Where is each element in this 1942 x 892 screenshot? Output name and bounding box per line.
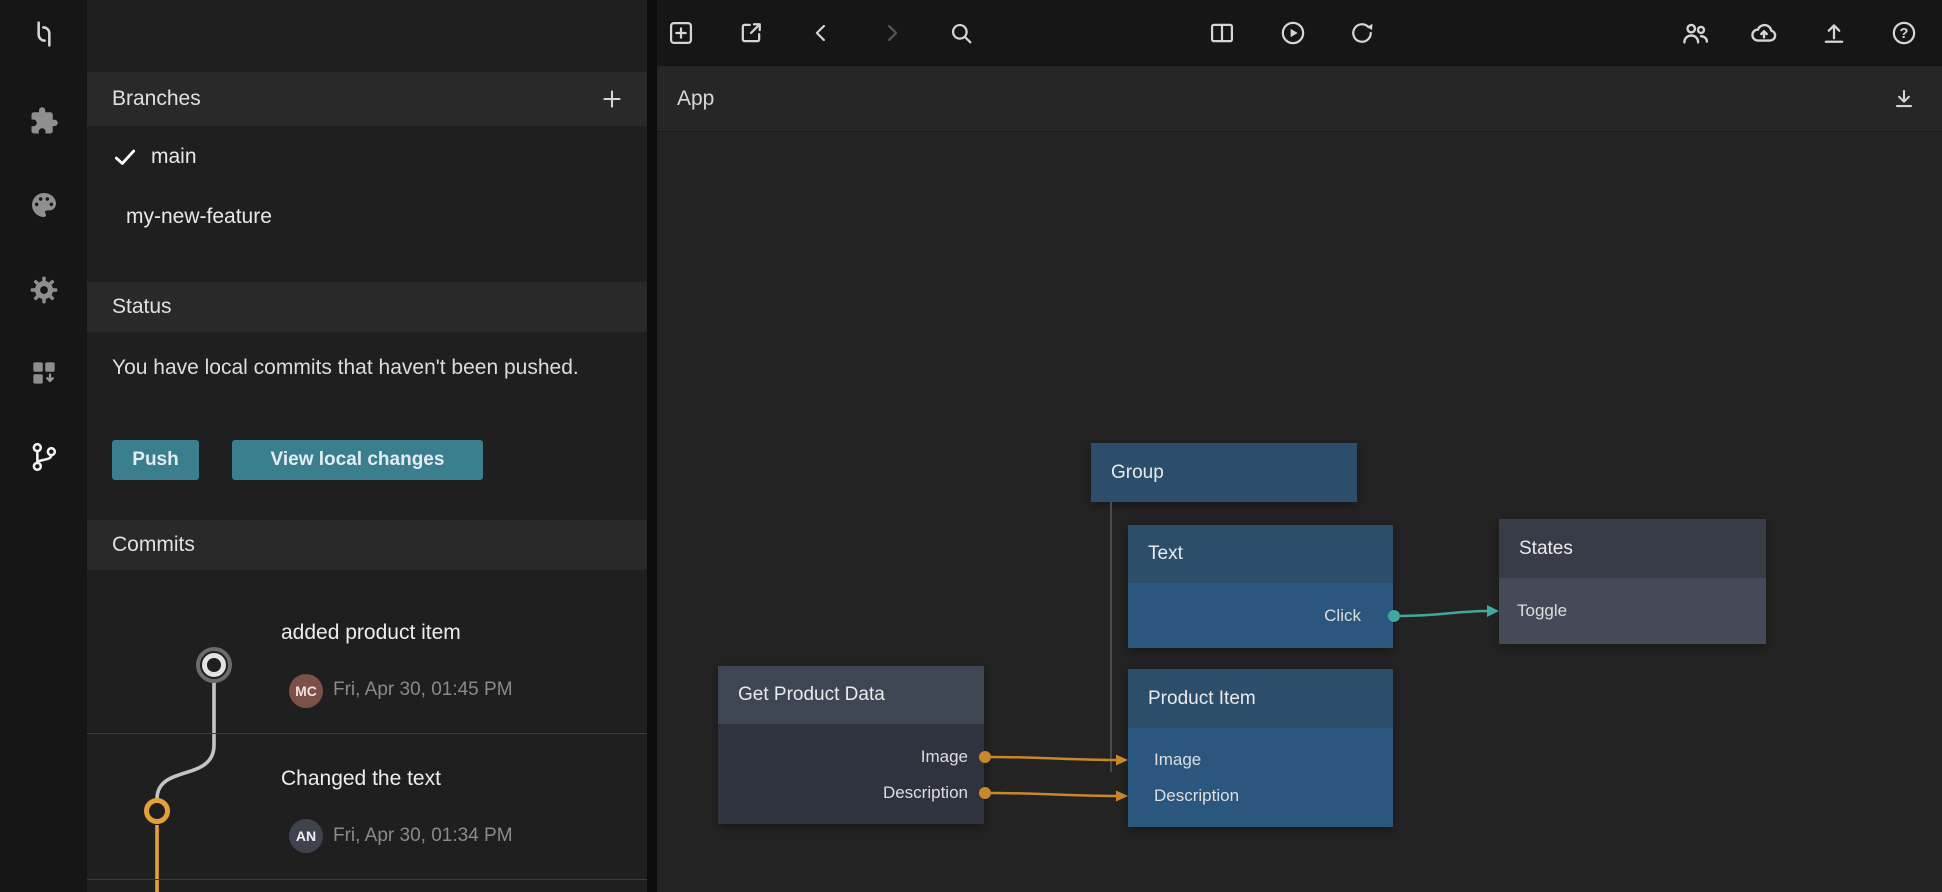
- output-port-image[interactable]: Image: [718, 739, 984, 775]
- cloud-sync-icon[interactable]: [1744, 13, 1784, 53]
- version-control-panel: Branches main my-new-feature Status You …: [87, 0, 647, 892]
- input-port-description[interactable]: Description: [1128, 778, 1393, 814]
- node-graph-canvas[interactable]: Group Text Click States Toggle Get Produ…: [657, 132, 1942, 892]
- commit-avatar: AN: [289, 819, 323, 853]
- input-port-image[interactable]: Image: [1128, 742, 1393, 778]
- collaborators-icon[interactable]: [1675, 13, 1715, 53]
- activity-bar: [0, 0, 87, 892]
- output-port-description[interactable]: Description: [718, 775, 984, 811]
- search-icon[interactable]: [941, 13, 981, 53]
- add-node-icon[interactable]: [661, 13, 701, 53]
- branches-section-header: Branches: [87, 72, 647, 126]
- editor-toolbar: ?: [657, 0, 1942, 66]
- commit-divider: [87, 733, 647, 734]
- status-message: You have local commits that haven't been…: [112, 351, 582, 385]
- commit-message: added product item: [281, 621, 461, 645]
- node-title: Text: [1128, 525, 1393, 583]
- forward-icon[interactable]: [872, 13, 912, 53]
- node-title: Product Item: [1128, 669, 1393, 728]
- commit-message: Changed the text: [281, 767, 441, 791]
- view-local-changes-button[interactable]: View local changes: [232, 440, 483, 480]
- plugins-icon[interactable]: [21, 98, 67, 144]
- wire-click-toggle: [1400, 611, 1488, 616]
- output-port-click[interactable]: Click: [1324, 606, 1377, 626]
- input-port-toggle[interactable]: Toggle: [1517, 601, 1567, 621]
- play-preview-icon[interactable]: [1273, 13, 1313, 53]
- wire-arrowhead: [1116, 755, 1128, 766]
- push-button[interactable]: Push: [112, 440, 199, 480]
- branch-name: my-new-feature: [126, 205, 272, 229]
- svg-text:?: ?: [1900, 26, 1909, 42]
- commit-marker-2: [147, 801, 168, 822]
- node-text[interactable]: Text Click: [1128, 525, 1393, 648]
- node-group[interactable]: Group: [1091, 443, 1357, 502]
- commit-marker-halo: [198, 649, 230, 681]
- wire-description: [991, 793, 1117, 796]
- branch-name: main: [151, 145, 197, 169]
- component-tab-app[interactable]: App: [677, 66, 714, 132]
- help-icon[interactable]: ?: [1884, 13, 1924, 53]
- wire-arrowhead: [1487, 605, 1499, 617]
- node-title: Group: [1091, 443, 1357, 502]
- split-view-icon[interactable]: [1202, 13, 1242, 53]
- node-get-product-data[interactable]: Get Product Data Image Description: [718, 666, 984, 824]
- commit-date: Fri, Apr 30, 01:34 PM: [333, 825, 513, 847]
- commit-avatar: MC: [289, 674, 323, 708]
- styles-palette-icon[interactable]: [21, 182, 67, 228]
- add-branch-button[interactable]: [597, 84, 627, 114]
- commit-divider: [87, 879, 647, 880]
- node-states[interactable]: States Toggle: [1499, 519, 1766, 644]
- wire-image: [991, 757, 1117, 760]
- noodl-logo-icon[interactable]: [21, 11, 67, 57]
- deploy-upload-icon[interactable]: [1814, 13, 1854, 53]
- download-icon[interactable]: [1884, 79, 1924, 119]
- wire-arrowhead: [1116, 791, 1128, 802]
- canvas-tabbar: App: [657, 66, 1942, 132]
- node-title: Get Product Data: [718, 666, 984, 724]
- commit-marker-1: [205, 656, 224, 675]
- commits-title: Commits: [112, 533, 195, 557]
- version-control-branch-icon[interactable]: [21, 434, 67, 480]
- node-product-item[interactable]: Product Item Image Description: [1128, 669, 1393, 827]
- components-icon[interactable]: [21, 350, 67, 396]
- commit-date: Fri, Apr 30, 01:45 PM: [333, 679, 513, 701]
- panel-divider: [647, 0, 657, 892]
- back-icon[interactable]: [801, 13, 841, 53]
- node-title: States: [1499, 519, 1766, 578]
- status-title: Status: [112, 295, 172, 319]
- branch-item-main[interactable]: main: [87, 132, 647, 182]
- insert-component-icon[interactable]: [731, 13, 771, 53]
- refresh-icon[interactable]: [1342, 13, 1382, 53]
- branch-item-my-new-feature[interactable]: my-new-feature: [87, 192, 647, 242]
- noodl-editor-window: Branches main my-new-feature Status You …: [0, 0, 1942, 892]
- branches-title: Branches: [112, 87, 201, 111]
- status-section-header: Status: [87, 282, 647, 332]
- commits-section-header: Commits: [87, 520, 647, 570]
- settings-gear-icon[interactable]: [21, 267, 67, 313]
- current-branch-check-icon: [112, 144, 142, 170]
